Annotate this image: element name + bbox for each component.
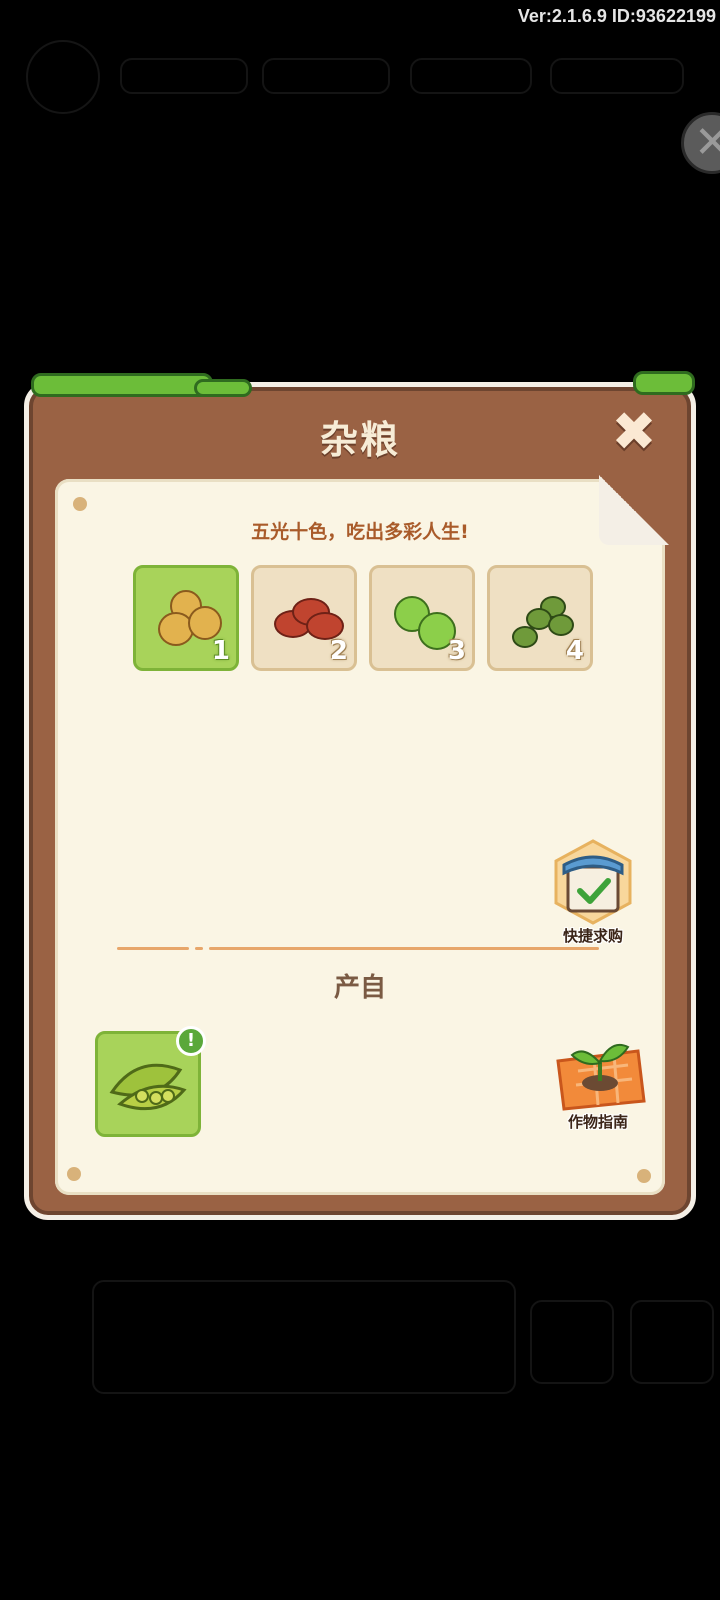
grain-item-mung-bean[interactable]: 4 <box>487 565 593 671</box>
grass-decoration <box>31 373 213 397</box>
sprout-icon <box>548 1031 648 1111</box>
paper-sheet: 五光十色，吃出多彩人生! 1 2 3 4 快捷求购 产自 ! 作物指南 <box>55 475 669 1195</box>
grass-decoration <box>194 379 252 397</box>
panel-title: 杂粮 <box>319 418 400 462</box>
divider-line <box>117 947 189 950</box>
grain-item-red-bean[interactable]: 2 <box>251 565 357 671</box>
alert-badge: ! <box>176 1026 206 1056</box>
shop-stall-icon <box>550 839 636 925</box>
source-crop-item[interactable]: ! <box>95 1026 206 1138</box>
crop-guide-label: 作物指南 <box>567 1113 628 1131</box>
pea-pod-icon <box>98 1063 198 1138</box>
panel-close-button[interactable]: ✖ <box>609 405 659 459</box>
grain-item-list: 1 2 3 4 <box>133 565 593 671</box>
item-number: 3 <box>447 636 466 666</box>
pin-decoration <box>67 1167 81 1181</box>
close-icon: ✕ <box>694 117 720 168</box>
quick-buy-label: 快捷求购 <box>562 927 623 945</box>
top-close-button[interactable]: ✕ <box>681 112 720 174</box>
close-icon: ✖ <box>611 400 657 463</box>
coarse-grain-panel: 杂粮 ✖ 五光十色，吃出多彩人生! 1 2 3 4 快捷求购 产自 ! 作物指南 <box>24 371 696 1220</box>
pin-decoration <box>637 1169 651 1183</box>
item-number: 4 <box>565 636 584 666</box>
produce-from-label: 产自 <box>333 973 386 1003</box>
quick-buy-button[interactable]: 快捷求购 <box>543 839 643 949</box>
slogan-text: 五光十色，吃出多彩人生! <box>251 521 469 543</box>
divider-line <box>209 947 599 950</box>
pin-decoration <box>73 497 87 511</box>
crop-guide-button[interactable]: 作物指南 <box>543 1031 653 1141</box>
grain-item-soybean[interactable]: 1 <box>133 565 239 671</box>
item-number: 1 <box>211 636 230 666</box>
item-number: 2 <box>329 636 348 666</box>
version-label: Ver:2.1.6.9 ID:93622199 <box>517 6 716 26</box>
grass-decoration <box>633 371 695 395</box>
divider-line <box>195 947 203 950</box>
grain-item-pea[interactable]: 3 <box>369 565 475 671</box>
